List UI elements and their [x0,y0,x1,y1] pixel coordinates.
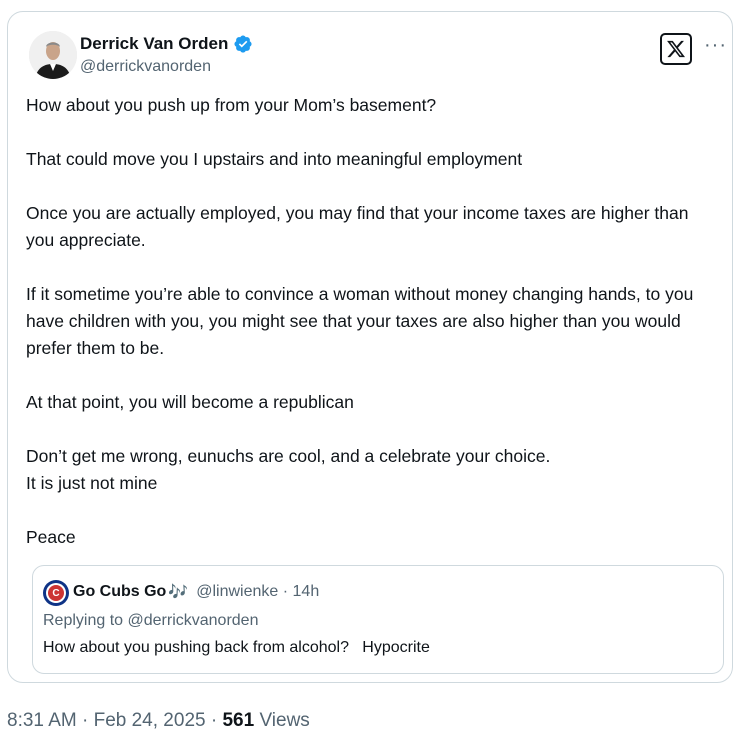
tweet-body: How about you push up from your Mom’s ba… [26,92,716,578]
author-avatar[interactable] [29,31,77,79]
tweet-card: Derrick Van Orden @derrickvanorden ··· H… [7,11,733,683]
views-label: Views [254,710,310,731]
cubs-logo-letter: C [48,585,64,601]
quote-text: How about you pushing back from alcohol?… [43,639,430,656]
views-count: 561 [222,710,255,731]
quote-handle-time[interactable]: @linwienke · 14h [196,583,319,601]
tweet-paragraph: That could move you I upstairs and into … [26,149,523,169]
timestamp[interactable]: 8:31 AM · Feb 24, 2025 · [7,710,222,731]
tweet-paragraph: Don’t get me wrong, eunuchs are cool, an… [26,446,551,493]
music-notes-icon: 🎶 [168,584,189,601]
more-options-icon[interactable]: ··· [704,34,727,57]
quote-replying-to: Replying to @derrickvanorden [43,612,259,629]
quote-author-name[interactable]: Go Cubs Go [73,583,166,601]
author-name[interactable]: Derrick Van Orden [80,34,228,54]
tweet-paragraph: At that point, you will become a republi… [26,392,354,412]
author-handle[interactable]: @derrickvanorden [80,58,211,76]
tweet-paragraph: Peace [26,527,76,547]
quoted-tweet[interactable]: C Go Cubs Go 🎶 @linwienke · 14h Replying… [32,565,724,674]
tweet-paragraph: Once you are actually employed, you may … [26,203,689,250]
verified-badge-icon [234,35,252,53]
quote-avatar[interactable]: C [43,580,69,606]
tweet-paragraph: If it sometime you’re able to convince a… [26,284,694,358]
x-logo-icon[interactable] [660,33,692,65]
tweet-footer: 8:31 AM · Feb 24, 2025 · 561 Views [7,710,310,732]
tweet-paragraph: How about you push up from your Mom’s ba… [26,95,437,115]
